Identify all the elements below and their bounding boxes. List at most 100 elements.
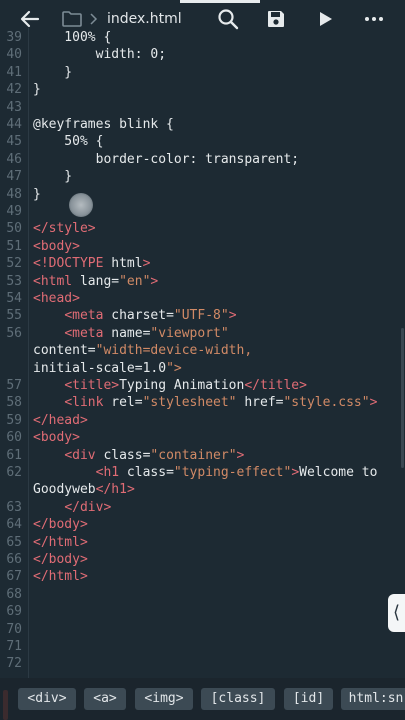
code-text: border-color: transparent; [33, 151, 300, 167]
code-line[interactable]: 52 <!DOCTYPE html> [0, 255, 405, 272]
side-marker [3, 690, 8, 720]
code-line[interactable]: 47 } [0, 168, 405, 185]
snippet-class-button[interactable]: [class] [201, 688, 275, 710]
line-number: 53 [6, 273, 22, 289]
line-number: 44 [6, 117, 22, 132]
line-number: 56 [6, 325, 22, 341]
scrollbar-thumb[interactable] [401, 328, 404, 468]
line-number: 63 [6, 499, 22, 515]
back-arrow-icon[interactable] [18, 8, 42, 30]
line-number: 39 [6, 30, 22, 45]
code-text: </html> [33, 569, 88, 585]
code-line[interactable]: 58 <link rel="stylesheet" href="style.cs… [0, 394, 405, 411]
code-line[interactable]: 50 </style> [0, 220, 405, 237]
code-line[interactable]: 71 [0, 638, 405, 655]
code-line[interactable]: 41 } [0, 64, 405, 81]
line-number: 50 [6, 221, 22, 237]
code-line[interactable]: 63 </div> [0, 499, 405, 516]
snippet-id-button[interactable]: [id] [284, 688, 333, 710]
line-number: 48 [6, 186, 22, 202]
code-line[interactable]: 70 [0, 621, 405, 638]
code-text: <html lang="en"> [33, 273, 159, 289]
code-line[interactable]: 60 <body> [0, 429, 405, 446]
file-name-tab[interactable]: index.html [107, 10, 182, 28]
line-number: 42 [6, 82, 22, 98]
code-line[interactable]: 72 [0, 655, 405, 672]
more-vert-icon[interactable] [364, 9, 384, 29]
line-number: 43 [6, 99, 22, 115]
snippet-img-button[interactable]: <img> [135, 688, 193, 710]
folder-icon[interactable] [62, 10, 82, 28]
line-number: 52 [6, 256, 22, 272]
line-number: 47 [6, 169, 22, 185]
code-line[interactable]: 61 <div class="container"> [0, 447, 405, 464]
line-number: 40 [6, 47, 22, 63]
code-line[interactable]: 66 </body> [0, 551, 405, 568]
line-number: 70 [6, 621, 22, 637]
code-line[interactable]: 69 [0, 603, 405, 620]
code-line[interactable]: 53 <html lang="en"> [0, 273, 405, 290]
code-line[interactable]: 55 <meta charset="UTF-8"> [0, 307, 405, 324]
side-panel-handle[interactable]: ⟨ [388, 594, 405, 632]
code-line[interactable]: 39 100% { [0, 29, 405, 46]
code-line[interactable]: 49 [0, 203, 405, 220]
code-line[interactable]: 54 <head> [0, 290, 405, 307]
code-text: </head> [33, 412, 88, 428]
code-line[interactable]: 56 <meta name="viewport" [0, 325, 405, 342]
code-line[interactable]: content="width=device-width, [0, 342, 405, 359]
code-text: Goodyweb</h1> [33, 482, 135, 498]
code-text: <body> [33, 430, 80, 446]
code-text: <link rel="stylesheet" href="style.css"> [64, 395, 378, 411]
snippet-html-sn-button[interactable]: html:sn [341, 688, 405, 710]
code-line[interactable]: 67 </html> [0, 568, 405, 585]
line-number: 54 [6, 291, 22, 306]
code-line[interactable]: 64 </body> [0, 516, 405, 533]
code-line[interactable]: 68 [0, 586, 405, 603]
chevron-right-icon [88, 10, 100, 28]
code-line[interactable]: 43 [0, 99, 405, 116]
code-text: } [33, 186, 41, 202]
line-number: 51 [6, 238, 22, 254]
code-text: width: 0; [33, 47, 167, 63]
line-number: 59 [6, 412, 22, 428]
code-line[interactable]: 40 width: 0; [0, 46, 405, 63]
code-line[interactable]: 51 <body> [0, 238, 405, 255]
code-text: </body> [33, 552, 88, 567]
touch-indicator [69, 193, 93, 217]
play-icon[interactable] [316, 10, 334, 28]
code-text: <body> [33, 238, 80, 254]
code-text: <div class="container"> [64, 447, 245, 463]
code-line[interactable]: initial-scale=1.0"> [0, 360, 405, 377]
code-editor-app: index.html 39 100% {40 width: 0; 41} 4… [0, 0, 405, 720]
code-text: 50% { [33, 134, 104, 150]
code-line[interactable]: 62 <h1 class="typing-effect">Welcome to [0, 464, 405, 481]
code-text: initial-scale=1.0"> [33, 360, 182, 376]
code-line[interactable]: 45 50% { [0, 133, 405, 150]
line-number: 66 [6, 552, 22, 567]
snippet-a-button[interactable]: <a> [84, 688, 126, 710]
code-line[interactable]: 44 @keyframes blink { [0, 116, 405, 133]
line-number: 62 [6, 465, 22, 480]
line-number: 65 [6, 534, 22, 550]
line-number: 67 [6, 569, 22, 585]
code-line[interactable]: 48} [0, 186, 405, 203]
line-number: 46 [6, 151, 22, 167]
code-line[interactable]: 57 <title>Typing Animation</title> [0, 377, 405, 394]
code-text: } [33, 82, 41, 98]
code-text: <meta name="viewport" [64, 325, 229, 341]
code-line[interactable]: 46 border-color: transparent; [0, 151, 405, 168]
code-line[interactable]: 59 </head> [0, 412, 405, 429]
snippet-div-button[interactable]: <div> [18, 688, 76, 710]
code-text: <meta charset="UTF-8"> [64, 308, 237, 324]
code-line[interactable]: 42} [0, 81, 405, 98]
line-number: 58 [6, 395, 22, 411]
code-line[interactable]: Goodyweb</h1> [0, 481, 405, 498]
code-editor[interactable]: 39 100% {40 width: 0; 41 } 42} 43 44 @keyfram… [0, 28, 405, 678]
code-line[interactable]: 65 </html> [0, 534, 405, 551]
search-icon[interactable] [217, 8, 239, 30]
code-text: <h1 class="typing-effect">Welcome to [95, 465, 378, 480]
line-number: 41 [6, 64, 22, 80]
save-icon[interactable] [266, 9, 286, 29]
code-text: } [33, 169, 73, 185]
line-number: 45 [6, 134, 22, 150]
